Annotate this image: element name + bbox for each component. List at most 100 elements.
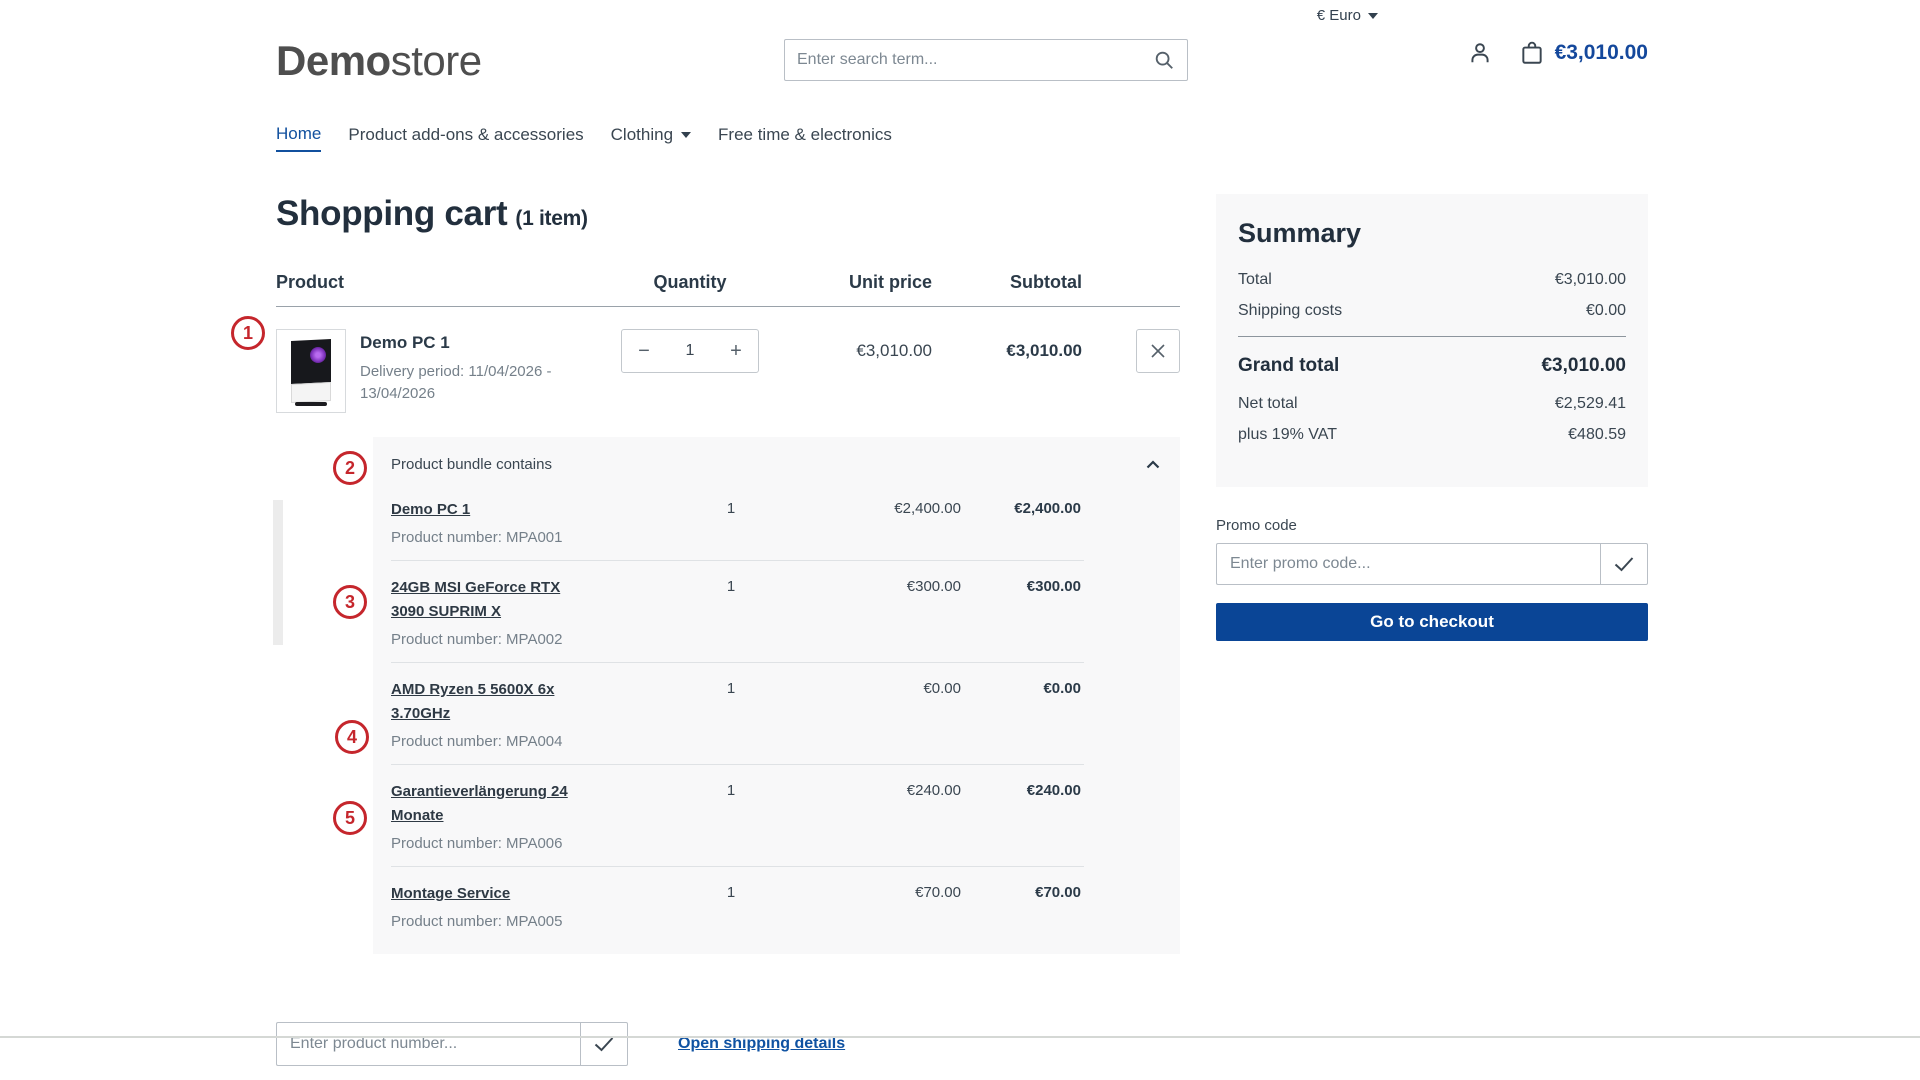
cart-button[interactable]: €3,010.00 (1519, 40, 1648, 66)
product-name-link[interactable]: Demo PC 1 (360, 333, 560, 353)
shopping-bag-icon (1519, 40, 1545, 66)
promo-code-input[interactable] (1216, 543, 1600, 585)
bundle-item-row: Garantieverlängerung 24 Monate Product n… (391, 764, 1084, 866)
bundle-product-number: Product number: MPA006 (391, 835, 671, 852)
bundle-product-link[interactable]: Montage Service (391, 882, 510, 906)
currency-selector[interactable]: € Euro (1317, 7, 1378, 24)
bundle-product-number: Product number: MPA002 (391, 631, 671, 648)
search-box (784, 39, 1188, 81)
quantity-value: 1 (666, 342, 714, 360)
logo-bold: Demo (276, 37, 391, 84)
chevron-down-icon (1368, 13, 1378, 19)
order-summary-section: Summary Total €3,010.00 Shipping costs €… (1216, 194, 1648, 1066)
annotation-circle-5: 5 (333, 801, 367, 835)
bundle-unit-price: €2,400.00 (791, 498, 961, 517)
bundle-product-cell: Montage Service Product number: MPA005 (391, 882, 671, 930)
annotation-circle-3: 3 (333, 585, 367, 619)
nav-item-free-time[interactable]: Free time & electronics (718, 124, 892, 152)
top-bar: € Euro (276, 0, 1648, 26)
bundle-quantity: 1 (671, 498, 791, 517)
nav-label: Product add-ons & accessories (348, 125, 583, 145)
bundle-product-link[interactable]: Garantieverlängerung 24 Monate (391, 780, 591, 828)
go-to-checkout-button[interactable]: Go to checkout (1216, 603, 1648, 641)
bundle-product-link[interactable]: AMD Ryzen 5 5600X 6x 3.70GHz (391, 678, 591, 726)
bundle-product-number: Product number: MPA005 (391, 913, 671, 930)
cart-total: €3,010.00 (1555, 41, 1648, 65)
cart-section: Shopping cart (1 item) Product Quantity U… (276, 194, 1180, 1066)
bundle-subtotal: €240.00 (961, 780, 1081, 799)
quantity-decrease-button[interactable]: − (622, 330, 666, 372)
scroll-artifact (273, 500, 283, 645)
nav-label: Clothing (611, 125, 673, 145)
nav-label: Free time & electronics (718, 125, 892, 145)
vat-value: €480.59 (1568, 426, 1626, 444)
remove-item-button[interactable] (1136, 329, 1180, 373)
search-input[interactable] (785, 51, 1141, 69)
nav-item-clothing[interactable]: Clothing (611, 124, 691, 152)
column-subtotal: Subtotal (940, 272, 1090, 293)
page-title-text: Shopping cart (276, 194, 507, 233)
apply-promo-button[interactable] (1600, 543, 1648, 585)
product-thumbnail[interactable] (276, 329, 346, 413)
account-button[interactable] (1467, 40, 1493, 66)
bundle-item-row: Montage Service Product number: MPA005 1… (391, 866, 1084, 944)
summary-title: Summary (1238, 218, 1626, 249)
bundle-unit-price: €0.00 (791, 678, 961, 697)
summary-net-row: Net total €2,529.41 (1238, 395, 1626, 413)
bundle-item-row: 24GB MSI GeForce RTX 3090 SUPRIM X Produ… (391, 560, 1084, 662)
bundle-quantity: 1 (671, 678, 791, 697)
summary-divider (1238, 336, 1626, 337)
bundle-unit-price: €70.00 (791, 882, 961, 901)
remove-cell (1090, 329, 1180, 373)
bundle-item-row: Demo PC 1 Product number: MPA001 1 €2,40… (391, 483, 1084, 560)
bundle-quantity: 1 (671, 882, 791, 901)
column-product: Product (276, 272, 600, 293)
search-button[interactable] (1141, 40, 1187, 80)
bundle-product-link[interactable]: 24GB MSI GeForce RTX 3090 SUPRIM X (391, 576, 591, 624)
bundle-product-cell: Demo PC 1 Product number: MPA001 (391, 498, 671, 546)
bundle-panel: Product bundle contains Demo PC 1 Produc… (373, 437, 1180, 954)
search-icon (1153, 49, 1175, 71)
page-title: Shopping cart (1 item) (276, 194, 1180, 234)
cart-item-row: Demo PC 1 Delivery period: 11/04/2026 - … (276, 307, 1180, 427)
promo-code-label: Promo code (1216, 517, 1648, 534)
vat-label: plus 19% VAT (1238, 426, 1337, 444)
promo-code-box (1216, 543, 1648, 585)
summary-total-row: Total €3,010.00 (1238, 271, 1626, 289)
shipping-value: €0.00 (1586, 302, 1626, 320)
nav-label: Home (276, 124, 321, 144)
product-number-box (276, 1022, 628, 1066)
summary-grand-total-row: Grand total €3,010.00 (1238, 355, 1626, 377)
bundle-subtotal: €0.00 (961, 678, 1081, 697)
bundle-quantity: 1 (671, 780, 791, 799)
plus-icon: + (730, 340, 742, 362)
quantity-increase-button[interactable]: + (714, 330, 758, 372)
nav-item-product-addons[interactable]: Product add-ons & accessories (348, 124, 583, 152)
delivery-period: Delivery period: 11/04/2026 - 13/04/2026 (360, 361, 560, 405)
product-info: Demo PC 1 Delivery period: 11/04/2026 - … (360, 329, 560, 413)
nav-item-home[interactable]: Home (276, 124, 321, 152)
main-navigation: Home Product add-ons & accessories Cloth… (276, 124, 1648, 152)
bundle-toggle[interactable]: Product bundle contains (391, 452, 1162, 483)
bundle-product-number: Product number: MPA001 (391, 529, 671, 546)
column-unit-price: Unit price (780, 272, 940, 293)
currency-label: € Euro (1317, 7, 1361, 24)
bundle-product-number: Product number: MPA004 (391, 733, 671, 750)
grand-total-value: €3,010.00 (1541, 355, 1626, 377)
product-number-input[interactable] (276, 1022, 580, 1066)
header-actions: €3,010.00 (1467, 40, 1648, 66)
add-product-number-button[interactable] (580, 1022, 628, 1066)
annotation-circle-1: 1 (231, 316, 265, 350)
annotation-circle-4: 4 (335, 720, 369, 754)
summary-shipping-row: Shipping costs €0.00 (1238, 302, 1626, 320)
footer-divider (0, 1036, 1920, 1038)
minus-icon: − (638, 340, 650, 362)
bundle-unit-price: €240.00 (791, 780, 961, 799)
total-value: €3,010.00 (1555, 271, 1626, 289)
logo-light: store (391, 37, 482, 84)
bundle-product-link[interactable]: Demo PC 1 (391, 498, 470, 522)
column-quantity: Quantity (600, 272, 780, 293)
net-total-value: €2,529.41 (1555, 395, 1626, 413)
cart-item-count: (1 item) (515, 207, 587, 230)
chevron-down-icon (681, 132, 691, 138)
